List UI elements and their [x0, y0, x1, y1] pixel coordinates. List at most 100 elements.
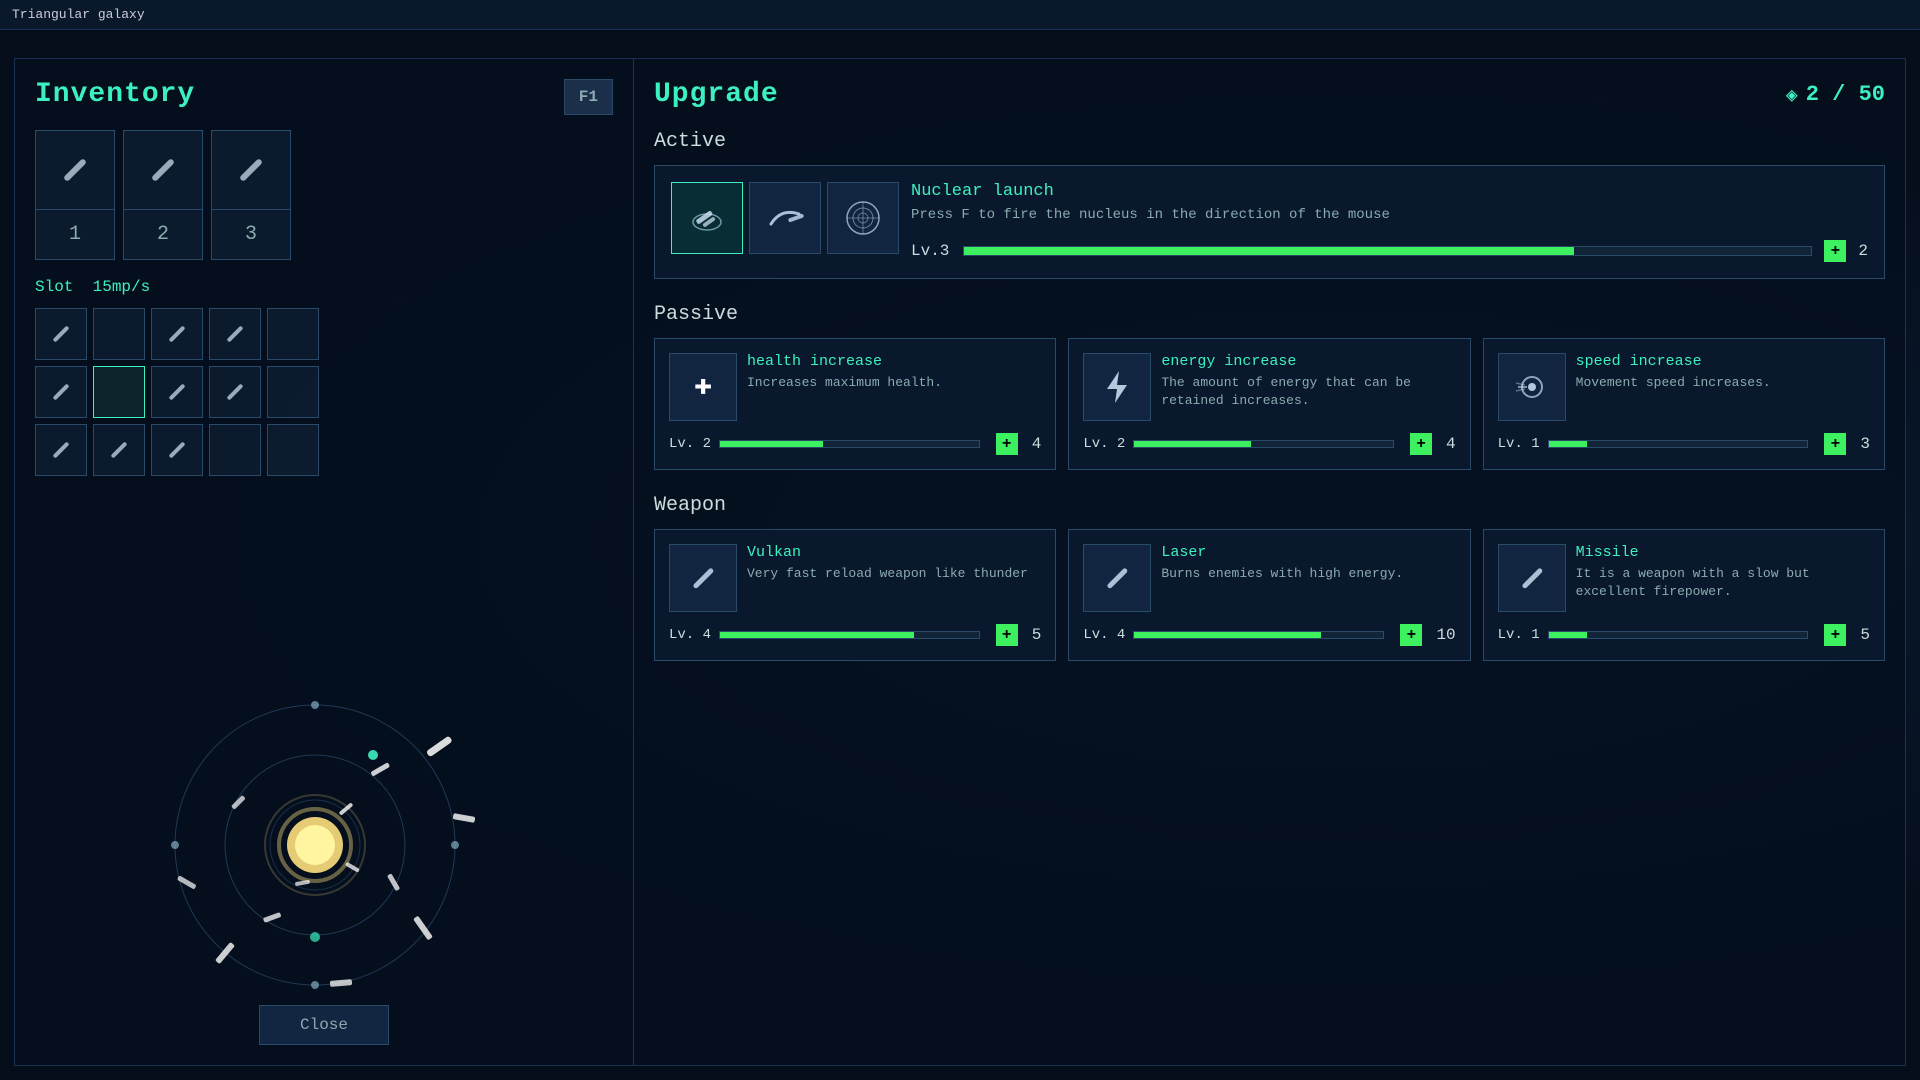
active-level: Lv.3 [911, 242, 951, 260]
weapon-grid: Vulkan Very fast reload weapon like thun… [654, 529, 1885, 661]
passive-card-health: ✚ health increase Increases maximum heal… [654, 338, 1056, 470]
small-slot-2-2[interactable] [93, 366, 145, 418]
small-slot-2-4[interactable] [209, 366, 261, 418]
small-slots-grid [35, 308, 613, 476]
missile-progress [1548, 631, 1809, 639]
small-slot-2-3[interactable] [151, 366, 203, 418]
active-icon-1[interactable] [671, 182, 743, 254]
small-slot-1-4[interactable] [209, 308, 261, 360]
missile-desc: It is a weapon with a slow but excellent… [1576, 565, 1870, 601]
weapon-slot-1[interactable] [35, 130, 115, 210]
energy-upgrade-button[interactable]: + [1410, 433, 1432, 455]
small-slot-1-5[interactable] [267, 308, 319, 360]
vulkan-icon-box[interactable] [669, 544, 737, 612]
small-slot-icon [169, 384, 186, 401]
active-section-header: Active [654, 130, 1885, 153]
small-slot-3-1[interactable] [35, 424, 87, 476]
energy-name: energy increase [1161, 353, 1455, 370]
energy-progress-fill [1134, 441, 1250, 447]
active-progress-bar [963, 246, 1812, 256]
slot-number-1[interactable]: 1 [35, 210, 115, 260]
inventory-title: Inventory [35, 79, 613, 110]
energy-level: Lv. 2 [1083, 436, 1125, 452]
laser-cost: 10 [1436, 626, 1455, 644]
orbital-diagram [155, 685, 475, 1005]
energy-desc: The amount of energy that can be retaine… [1161, 374, 1455, 410]
weapon-slot-2[interactable] [123, 130, 203, 210]
laser-level-row: Lv. 4 + 10 [1083, 624, 1455, 646]
missile-upgrade-button[interactable]: + [1824, 624, 1846, 646]
laser-icon-box[interactable] [1083, 544, 1151, 612]
small-slot-3-5[interactable] [267, 424, 319, 476]
active-icon-3[interactable] [827, 182, 899, 254]
laser-upgrade-button[interactable]: + [1400, 624, 1422, 646]
small-slot-2-1[interactable] [35, 366, 87, 418]
vulkan-level-row: Lv. 4 + 5 [669, 624, 1041, 646]
active-upgrade-name: Nuclear launch [911, 182, 1868, 201]
missile-name: Missile [1576, 544, 1870, 561]
active-upgrade-cost: 2 [1858, 242, 1868, 260]
health-name: health increase [747, 353, 942, 370]
energy-level-row: Lv. 2 + 4 [1083, 433, 1455, 455]
active-icon-2[interactable] [749, 182, 821, 254]
vulkan-progress-fill [720, 632, 914, 638]
small-slot-1-1[interactable] [35, 308, 87, 360]
weapon-icon-2 [151, 158, 175, 182]
active-upgrade-card: Nuclear launch Press F to fire the nucle… [654, 165, 1885, 279]
energy-progress [1133, 440, 1394, 448]
active-progress-fill [964, 247, 1574, 255]
missile-icon-box[interactable] [1498, 544, 1566, 612]
slot-numbers: 1 2 3 [35, 210, 613, 260]
passive-card-speed: speed increase Movement speed increases.… [1483, 338, 1885, 470]
missile-level: Lv. 1 [1498, 627, 1540, 643]
active-upgrade-desc: Press F to fire the nucleus in the direc… [911, 205, 1868, 226]
weapon-card-missile: Missile It is a weapon with a slow but e… [1483, 529, 1885, 661]
speed-upgrade-button[interactable]: + [1824, 433, 1846, 455]
health-icon-box[interactable]: ✚ [669, 353, 737, 421]
small-slot-icon [227, 326, 244, 343]
main-panel: Inventory F1 1 2 3 Slot 15mp/s [14, 58, 1906, 1066]
vulkan-level: Lv. 4 [669, 627, 711, 643]
small-slots-row-2 [35, 366, 613, 418]
energy-cost: 4 [1446, 435, 1456, 453]
small-slot-3-3[interactable] [151, 424, 203, 476]
weapon-card-vulkan: Vulkan Very fast reload weapon like thun… [654, 529, 1056, 661]
small-slot-icon [53, 442, 70, 459]
speed-icon-box[interactable] [1498, 353, 1566, 421]
health-progress [719, 440, 980, 448]
slot-label: Slot 15mp/s [35, 278, 613, 296]
f1-badge[interactable]: F1 [564, 79, 613, 115]
weapon-card-laser: Laser Burns enemies with high energy. Lv… [1068, 529, 1470, 661]
small-slot-2-5[interactable] [267, 366, 319, 418]
passive-card-energy: energy increase The amount of energy tha… [1068, 338, 1470, 470]
close-button[interactable]: Close [259, 1005, 389, 1045]
weapon-slots-top [35, 130, 613, 210]
laser-progress [1133, 631, 1384, 639]
small-slot-3-4[interactable] [209, 424, 261, 476]
vulkan-desc: Very fast reload weapon like thunder [747, 565, 1028, 583]
small-slot-1-3[interactable] [151, 308, 203, 360]
inventory-panel: Inventory F1 1 2 3 Slot 15mp/s [14, 58, 634, 1066]
slot-number-3[interactable]: 3 [211, 210, 291, 260]
health-desc: Increases maximum health. [747, 374, 942, 392]
small-slot-3-2[interactable] [93, 424, 145, 476]
upgrade-panel: Upgrade ◈ 2 / 50 Active [634, 58, 1906, 1066]
slot-number-2[interactable]: 2 [123, 210, 203, 260]
active-level-row: Lv.3 + 2 [911, 240, 1868, 262]
missile-progress-fill [1549, 632, 1588, 638]
speed-level-row: Lv. 1 + 3 [1498, 433, 1870, 455]
health-upgrade-button[interactable]: + [996, 433, 1018, 455]
slot-text: Slot [35, 278, 73, 296]
missile-cost: 5 [1860, 626, 1870, 644]
speed-name: speed increase [1576, 353, 1771, 370]
speed-desc: Movement speed increases. [1576, 374, 1771, 392]
small-slot-icon [111, 442, 128, 459]
weapon-section-header: Weapon [654, 494, 1885, 517]
health-progress-fill [720, 441, 823, 447]
energy-icon-box[interactable] [1083, 353, 1151, 421]
vulkan-upgrade-button[interactable]: + [996, 624, 1018, 646]
weapon-slot-3[interactable] [211, 130, 291, 210]
active-upgrade-button[interactable]: + [1824, 240, 1846, 262]
small-slot-1-2[interactable] [93, 308, 145, 360]
title-bar: Triangular galaxy [0, 0, 1920, 30]
